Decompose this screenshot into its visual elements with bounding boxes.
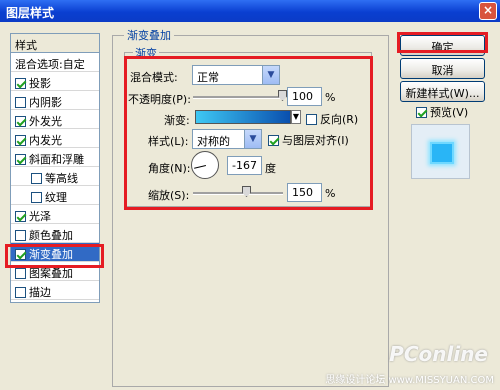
style-item-label: 内阴影 — [29, 96, 62, 109]
style-item[interactable]: 内阴影 — [11, 91, 99, 110]
watermark-brand: PConline — [389, 342, 488, 366]
preview-swatch — [430, 142, 454, 164]
style-checkbox-icon[interactable] — [15, 116, 26, 127]
title-bar: 图层样式 × — [0, 0, 500, 22]
style-item[interactable]: 投影 — [11, 72, 99, 91]
preview-check-icon[interactable] — [416, 107, 427, 118]
style-item[interactable]: 斜面和浮雕 — [11, 148, 99, 167]
style-item-label: 颜色叠加 — [29, 229, 73, 242]
style-item[interactable]: 颜色叠加 — [11, 224, 99, 243]
group-title: 渐变叠加 — [124, 27, 174, 43]
style-item-label: 等高线 — [45, 172, 78, 185]
style-item-label: 内发光 — [29, 134, 62, 147]
style-item-label: 光泽 — [29, 210, 51, 223]
style-item-label: 描边 — [29, 286, 51, 299]
style-checkbox-icon[interactable] — [31, 173, 42, 184]
style-item-label: 图案叠加 — [29, 267, 73, 280]
style-checkbox-icon[interactable] — [15, 230, 26, 241]
style-checkbox-icon[interactable] — [15, 154, 26, 165]
style-preview — [411, 124, 470, 179]
style-item[interactable]: 内发光 — [11, 129, 99, 148]
style-checkbox-icon[interactable] — [15, 268, 26, 279]
style-item-label: 投影 — [29, 77, 51, 90]
preview-label: 预览(V) — [430, 106, 469, 119]
style-item[interactable]: 光泽 — [11, 205, 99, 224]
highlight-gradient-overlay — [5, 244, 104, 268]
style-item-label: 混合选项:自定 — [15, 58, 85, 71]
style-checkbox-icon[interactable] — [15, 287, 26, 298]
cancel-button[interactable]: 取消 — [400, 58, 485, 79]
style-item[interactable]: 纹理 — [11, 186, 99, 205]
preview-checkbox[interactable]: 预览(V) — [416, 104, 468, 120]
style-item[interactable]: 等高线 — [11, 167, 99, 186]
style-checkbox-icon[interactable] — [15, 135, 26, 146]
window-title: 图层样式 — [6, 6, 55, 20]
style-checkbox-icon[interactable] — [15, 78, 26, 89]
style-item[interactable]: 描边 — [11, 281, 99, 300]
style-item[interactable]: 外发光 — [11, 110, 99, 129]
style-item[interactable]: 混合选项:自定 — [11, 53, 99, 72]
style-item-label: 斜面和浮雕 — [29, 153, 84, 166]
style-checkbox-icon[interactable] — [15, 97, 26, 108]
style-item-label: 纹理 — [45, 191, 67, 204]
style-checkbox-icon[interactable] — [15, 211, 26, 222]
new-style-button[interactable]: 新建样式(W)... — [400, 81, 485, 102]
styles-header[interactable]: 样式 — [11, 34, 99, 53]
highlight-ok — [397, 32, 488, 53]
watermark-text: 思缘设计论坛 www.MISSYUAN.COM — [325, 375, 494, 386]
highlight-settings — [124, 56, 373, 210]
close-button[interactable]: × — [479, 2, 497, 20]
style-checkbox-icon[interactable] — [31, 192, 42, 203]
watermark: PConline 思缘设计论坛 www.MISSYUAN.COM — [325, 342, 494, 386]
style-item-label: 外发光 — [29, 115, 62, 128]
layer-style-dialog: 图层样式 × 样式 混合选项:自定投影内阴影外发光内发光斜面和浮雕等高线纹理光泽… — [0, 0, 500, 390]
